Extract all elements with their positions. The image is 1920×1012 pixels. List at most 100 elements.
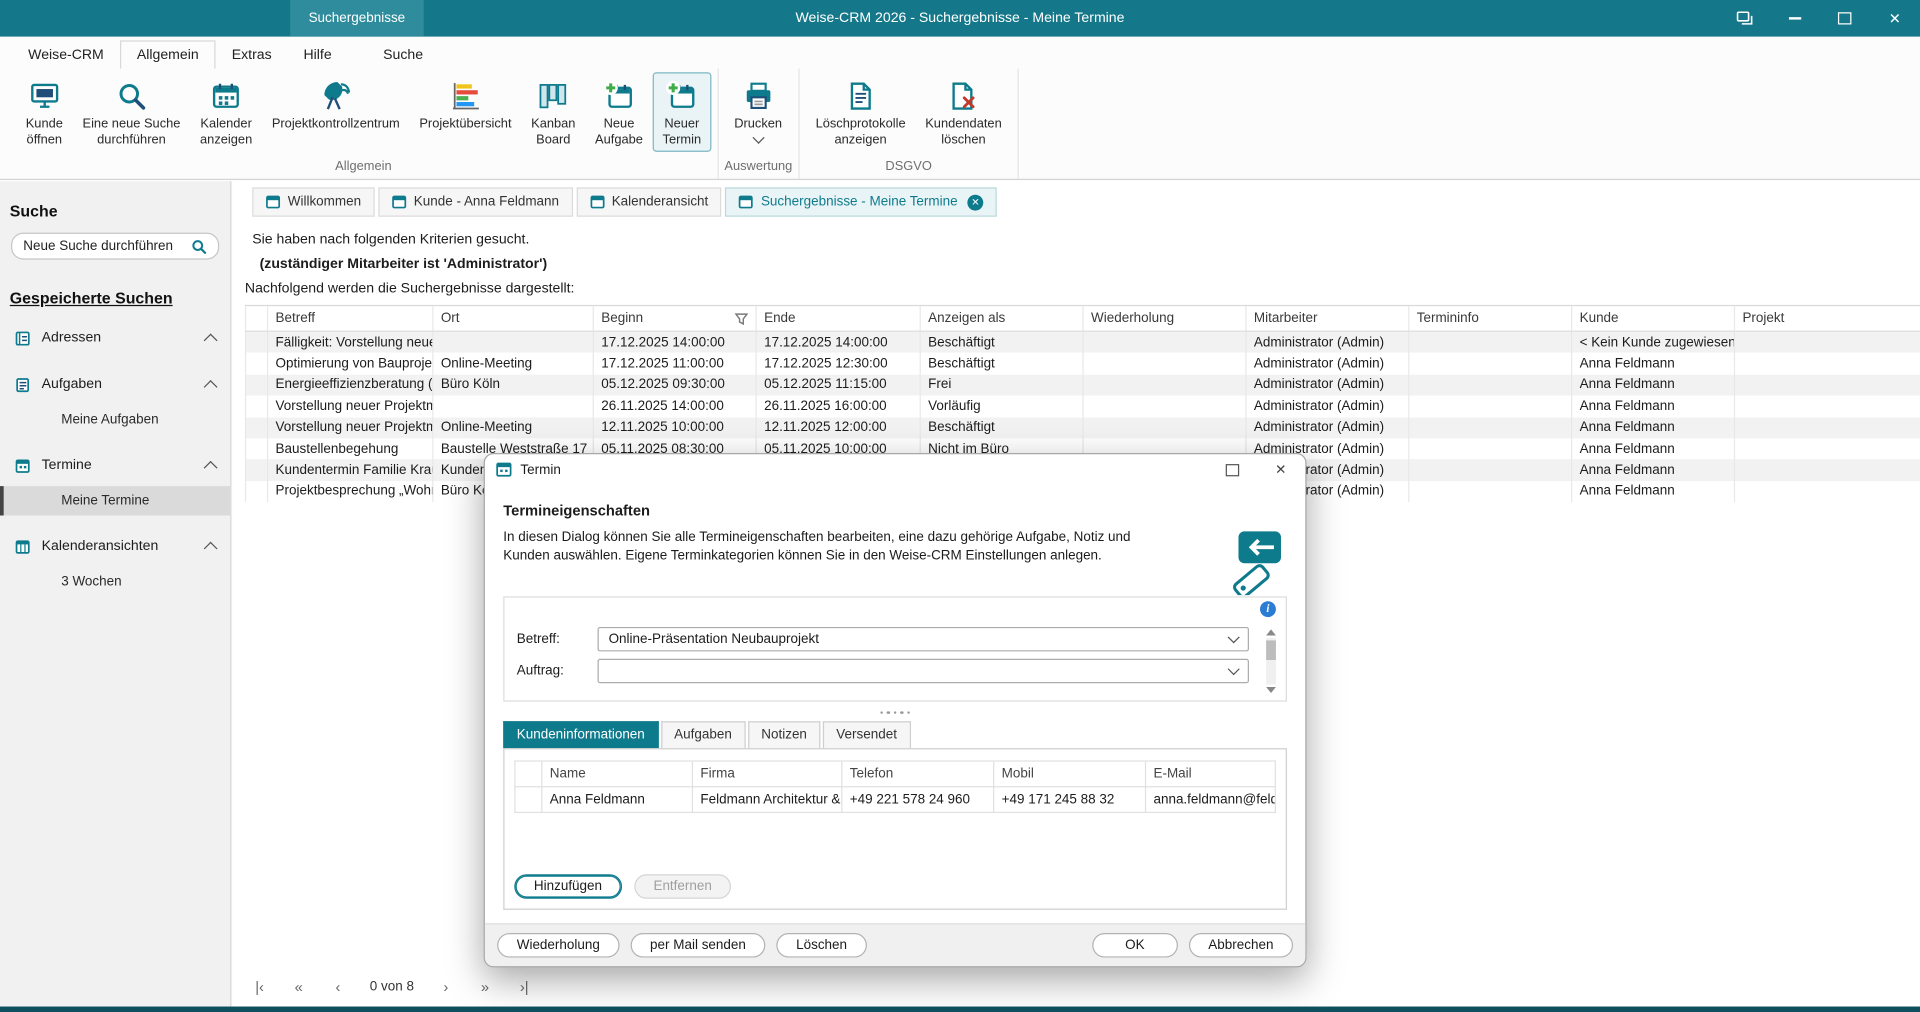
- pager-last-icon[interactable]: ›|: [517, 978, 532, 995]
- ribbon-button-neue-aufgabe[interactable]: NeueAufgabe: [585, 72, 653, 152]
- tab-close-icon[interactable]: ✕: [967, 194, 983, 210]
- row-select-cell: [245, 417, 268, 438]
- splitter-handle[interactable]: [503, 711, 1287, 714]
- chevron-up-icon[interactable]: [204, 460, 218, 474]
- header-mitarbeiter[interactable]: Mitarbeiter: [1247, 306, 1410, 330]
- fields-scrollbar[interactable]: [1264, 629, 1279, 693]
- header-beginn[interactable]: Beginn: [594, 306, 757, 330]
- ok-button[interactable]: OK: [1092, 933, 1178, 957]
- recurrence-button[interactable]: Wiederholung: [497, 933, 619, 957]
- document-log-icon: [844, 80, 877, 113]
- dialog-close-button[interactable]: ✕: [1256, 454, 1305, 485]
- tab-willkommen[interactable]: Willkommen: [252, 187, 374, 216]
- sidebar-item-3-wochen[interactable]: 3 Wochen: [0, 567, 230, 596]
- ribbon-button-projektkontrollzentrum[interactable]: Projektkontrollzentrum: [262, 72, 410, 136]
- ribbon-button-neuer-termin[interactable]: NeuerTermin: [653, 72, 711, 152]
- sidebar-item-kalenderansichten[interactable]: Kalenderansichten: [0, 530, 230, 562]
- sidebar-item-adressen[interactable]: Adressen: [0, 322, 230, 354]
- betreff-combobox[interactable]: Online-Präsentation Neubauprojekt: [598, 627, 1249, 651]
- scroll-down-icon[interactable]: [1266, 687, 1276, 693]
- header-wiederholung[interactable]: Wiederholung: [1084, 306, 1247, 330]
- menu-extras[interactable]: Extras: [216, 42, 288, 69]
- dialog-titlebar[interactable]: Termin ✕: [485, 454, 1305, 485]
- dialog-maximize-button[interactable]: [1207, 454, 1256, 485]
- tab-suchergebnisse-meine-termine[interactable]: Suchergebnisse - Meine Termine ✕: [725, 187, 996, 216]
- menu-hilfe[interactable]: Hilfe: [288, 42, 348, 69]
- betreff-label: Betreff:: [517, 632, 598, 647]
- row-select-cell: [245, 374, 268, 395]
- customer-row[interactable]: Anna Feldmann Feldmann Architektur & De …: [516, 788, 1276, 814]
- new-search-button[interactable]: Neue Suche durchführen: [11, 233, 219, 260]
- header-name[interactable]: Name: [542, 762, 693, 788]
- chevron-up-icon[interactable]: [204, 379, 218, 393]
- tab-kundeninformationen[interactable]: Kundeninformationen: [503, 722, 658, 749]
- tab-notizen[interactable]: Notizen: [748, 722, 821, 749]
- delete-button[interactable]: Löschen: [777, 933, 867, 957]
- menu-weise-crm[interactable]: Weise-CRM: [12, 42, 119, 69]
- sidebar-item-label: Adressen: [42, 331, 102, 346]
- header-termininfo[interactable]: Termininfo: [1409, 306, 1572, 330]
- auftrag-combobox[interactable]: [598, 659, 1249, 683]
- cell-ort: Online-Meeting: [433, 353, 593, 374]
- filter-icon[interactable]: [735, 312, 748, 325]
- ribbon-button-kalender-anzeigen[interactable]: Kalenderanzeigen: [190, 72, 262, 152]
- header-email[interactable]: E-Mail: [1146, 762, 1276, 788]
- ribbon-button-kundendaten-loeschen[interactable]: Kundendatenlöschen: [915, 72, 1011, 152]
- menu-allgemein[interactable]: Allgemein: [120, 40, 216, 68]
- window-controls: ✕: [1719, 0, 1920, 37]
- results-row[interactable]: Energieeffizienzberatung (BeBüro Köln05.…: [245, 374, 1920, 395]
- results-row[interactable]: Vorstellung neuer Projektmar26.11.2025 1…: [245, 396, 1920, 417]
- send-mail-button[interactable]: per Mail senden: [630, 933, 765, 957]
- header-projekt[interactable]: Projekt: [1735, 306, 1920, 330]
- remove-customer-button[interactable]: Entfernen: [634, 875, 732, 899]
- header-ende[interactable]: Ende: [757, 306, 921, 330]
- results-row[interactable]: Fälligkeit: Vorstellung neuer P17.12.202…: [245, 332, 1920, 353]
- cell-kunde: < Kein Kunde zugewiesen >: [1572, 332, 1735, 353]
- header-firma[interactable]: Firma: [693, 762, 842, 788]
- tab-kunde-anna-feldmann[interactable]: Kunde - Anna Feldmann: [378, 187, 572, 216]
- scrollbar-thumb[interactable]: [1266, 640, 1276, 660]
- tab-versendet[interactable]: Versendet: [823, 722, 911, 749]
- minimize-button[interactable]: [1769, 0, 1819, 37]
- sidebar-item-termine[interactable]: Termine: [0, 449, 230, 481]
- results-row[interactable]: Optimierung von BauprojekteOnline-Meetin…: [245, 353, 1920, 374]
- ribbon-button-projektuebersicht[interactable]: Projektübersicht: [410, 72, 522, 136]
- pager-fast-prev-icon[interactable]: «: [291, 978, 306, 995]
- header-betreff[interactable]: Betreff: [268, 306, 433, 330]
- header-telefon[interactable]: Telefon: [842, 762, 994, 788]
- header-anzeigen-als[interactable]: Anzeigen als: [921, 306, 1084, 330]
- menu-suche[interactable]: Suche: [367, 42, 439, 69]
- add-customer-button[interactable]: Hinzufügen: [514, 875, 621, 899]
- pager-prev-icon[interactable]: ‹: [331, 978, 346, 995]
- tab-aufgaben[interactable]: Aufgaben: [661, 722, 746, 749]
- header-kunde[interactable]: Kunde: [1572, 306, 1735, 330]
- pager-fast-next-icon[interactable]: »: [478, 978, 493, 995]
- dialog-description: In diesen Dialog können Sie alle Termine…: [503, 529, 1170, 567]
- cell-anzeigen-als: Beschäftigt: [921, 332, 1084, 353]
- ribbon-button-kunde-oeffnen[interactable]: Kundeöffnen: [16, 72, 73, 152]
- tab-kalenderansicht[interactable]: Kalenderansicht: [576, 187, 722, 216]
- maximize-icon: [1225, 463, 1238, 475]
- results-row[interactable]: Vorstellung neuer ProjektmarOnline-Meeti…: [245, 417, 1920, 438]
- scroll-up-icon[interactable]: [1266, 629, 1276, 635]
- close-button[interactable]: ✕: [1870, 0, 1920, 37]
- info-icon[interactable]: i: [1260, 601, 1276, 617]
- ribbon-button-kanban-board[interactable]: KanbanBoard: [521, 72, 585, 152]
- window-tool-button[interactable]: [1719, 0, 1769, 37]
- header-ort[interactable]: Ort: [433, 306, 593, 330]
- maximize-button[interactable]: [1820, 0, 1870, 37]
- cell-kunde: Anna Feldmann: [1572, 417, 1735, 438]
- header-mobil[interactable]: Mobil: [994, 762, 1146, 788]
- cancel-button[interactable]: Abbrechen: [1189, 933, 1293, 957]
- new-task-icon: [602, 80, 635, 113]
- sidebar-item-aufgaben[interactable]: Aufgaben: [0, 369, 230, 401]
- ribbon-button-loeschprotokolle[interactable]: Löschprotokolleanzeigen: [806, 72, 916, 152]
- sidebar-item-meine-termine[interactable]: Meine Termine: [0, 486, 230, 515]
- chevron-up-icon[interactable]: [204, 333, 218, 347]
- sidebar-item-meine-aufgaben[interactable]: Meine Aufgaben: [0, 405, 230, 434]
- chevron-up-icon[interactable]: [204, 541, 218, 555]
- ribbon-button-neue-suche[interactable]: Eine neue Suchedurchführen: [73, 72, 191, 152]
- pager-first-icon[interactable]: |‹: [252, 978, 267, 995]
- ribbon-button-drucken[interactable]: Drucken: [724, 72, 791, 149]
- pager-next-icon[interactable]: ›: [438, 978, 453, 995]
